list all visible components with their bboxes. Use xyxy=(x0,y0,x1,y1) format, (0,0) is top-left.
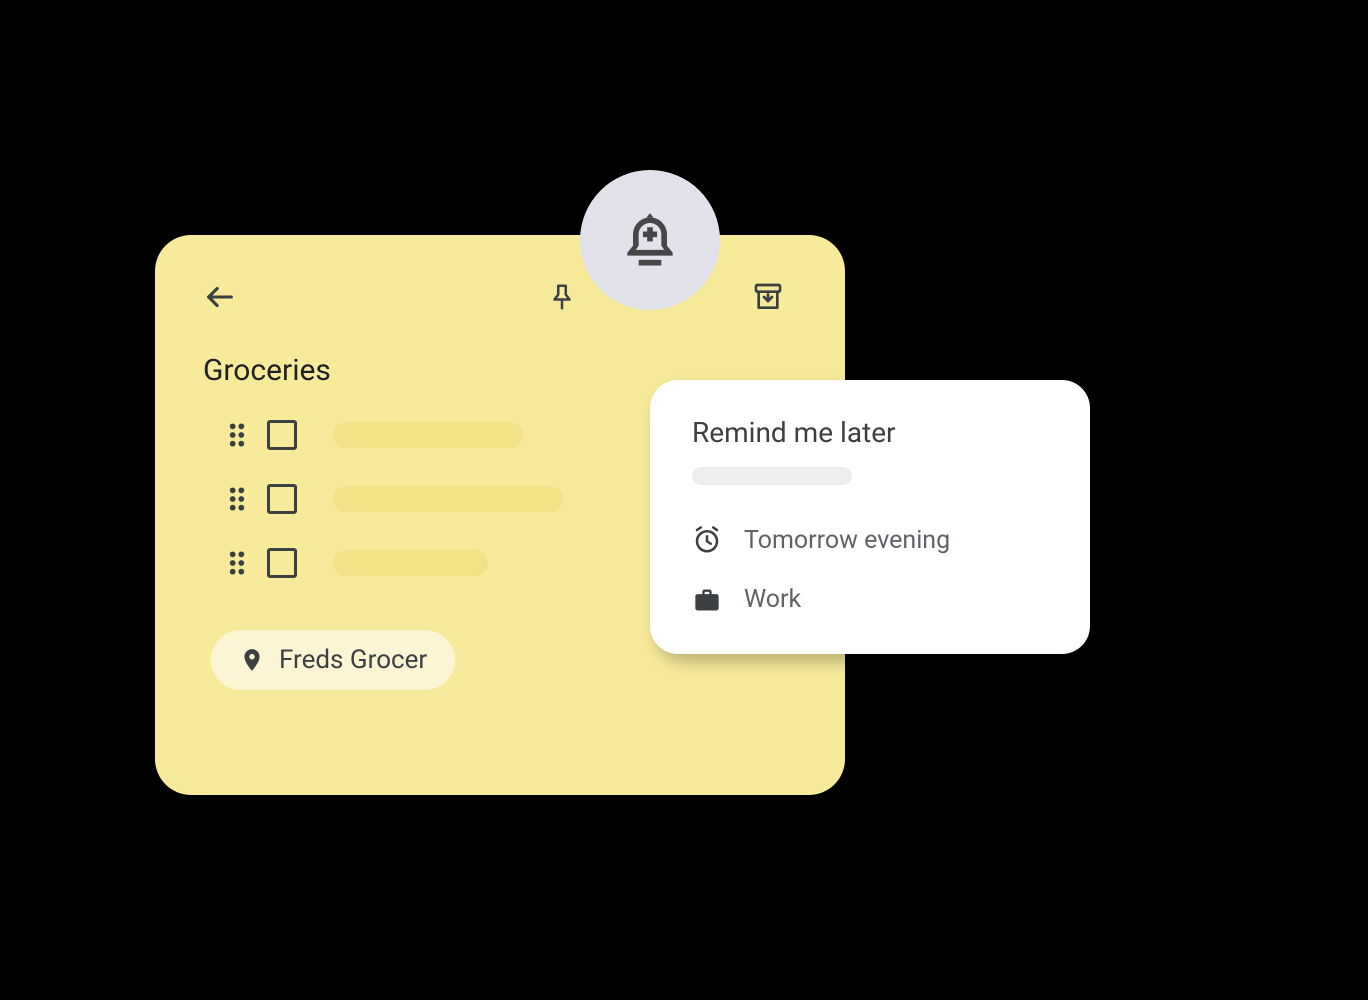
archive-button[interactable] xyxy=(752,281,784,313)
drag-handle-icon[interactable] xyxy=(227,550,247,576)
drag-handle-icon[interactable] xyxy=(227,422,247,448)
item-text-placeholder[interactable] xyxy=(333,422,523,448)
arrow-back-icon xyxy=(203,280,237,314)
add-reminder-button[interactable] xyxy=(580,170,720,310)
place-icon xyxy=(239,644,265,676)
location-label: Freds Grocer xyxy=(279,645,427,675)
back-button[interactable] xyxy=(203,280,237,314)
add-alert-icon xyxy=(616,206,684,274)
reminder-place-option[interactable]: Work xyxy=(692,585,1048,614)
alarm-icon xyxy=(692,525,722,555)
reminder-time-label: Tomorrow evening xyxy=(744,526,950,555)
note-toolbar xyxy=(203,277,797,317)
item-text-placeholder[interactable] xyxy=(333,550,488,576)
pin-button[interactable] xyxy=(547,282,577,312)
location-chip[interactable]: Freds Grocer xyxy=(211,630,455,690)
push-pin-icon xyxy=(547,282,577,312)
checkbox[interactable] xyxy=(267,548,297,578)
reminder-subtitle-placeholder xyxy=(692,467,852,485)
checkbox[interactable] xyxy=(267,420,297,450)
reminder-time-option[interactable]: Tomorrow evening xyxy=(692,525,1048,555)
item-text-placeholder[interactable] xyxy=(333,486,563,512)
drag-handle-icon[interactable] xyxy=(227,486,247,512)
work-icon xyxy=(692,586,722,614)
reminder-place-label: Work xyxy=(744,585,801,614)
archive-icon xyxy=(752,281,784,313)
checkbox[interactable] xyxy=(267,484,297,514)
reminder-panel-title: Remind me later xyxy=(692,416,1048,449)
reminder-panel: Remind me later Tomorrow evening Work xyxy=(650,380,1090,654)
